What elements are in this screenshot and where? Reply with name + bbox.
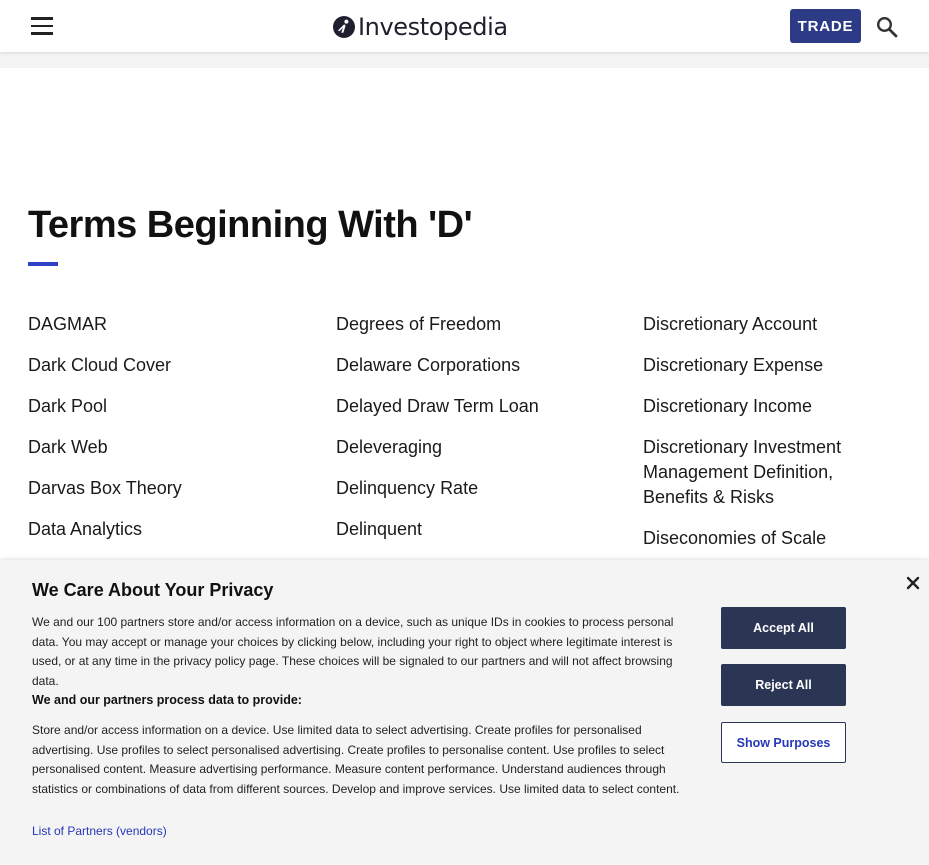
term-link[interactable]: Delayed Draw Term Loan — [336, 394, 611, 419]
reject-all-button[interactable]: Reject All — [721, 664, 846, 706]
hamburger-menu-icon[interactable] — [31, 16, 53, 36]
logo-text: Investopedia — [358, 13, 508, 41]
search-icon[interactable] — [875, 15, 899, 39]
term-link[interactable]: Diseconomies of Scale — [643, 526, 883, 551]
investopedia-logo-icon — [333, 16, 355, 38]
term-link[interactable]: Dark Web — [28, 435, 303, 460]
term-link[interactable]: Degrees of Freedom — [336, 312, 611, 337]
term-link[interactable]: Data Analytics — [28, 517, 303, 542]
ad-banner-space — [0, 52, 929, 68]
privacy-title: We Care About Your Privacy — [32, 580, 274, 600]
term-link[interactable]: Dark Cloud Cover — [28, 353, 303, 378]
term-link[interactable]: Delinquent — [336, 517, 611, 542]
term-link[interactable]: Discretionary Investment Management Defi… — [643, 435, 883, 510]
terms-column-1: DAGMAR Dark Cloud Cover Dark Pool Dark W… — [28, 312, 303, 558]
trade-button[interactable]: TRADE — [790, 9, 861, 43]
site-logo[interactable]: Investopedia — [333, 11, 508, 43]
term-link[interactable]: Discretionary Account — [643, 312, 883, 337]
term-link[interactable]: Delinquency Rate — [336, 476, 611, 501]
privacy-purposes-text: Store and/or access information on a dev… — [32, 723, 680, 796]
terms-column-3: Discretionary Account Discretionary Expe… — [643, 312, 883, 567]
terms-column-2: Degrees of Freedom Delaware Corporations… — [336, 312, 611, 558]
accept-all-button[interactable]: Accept All — [721, 607, 846, 649]
privacy-consent-panel: We Care About Your Privacy We and our 10… — [0, 560, 929, 865]
term-link[interactable]: Discretionary Expense — [643, 353, 883, 378]
term-link[interactable]: Darvas Box Theory — [28, 476, 303, 501]
partners-list-link[interactable]: List of Partners (vendors) — [32, 824, 167, 838]
title-underline — [28, 262, 58, 266]
term-link[interactable]: Delaware Corporations — [336, 353, 611, 378]
privacy-subheading: We and our partners process data to prov… — [32, 693, 302, 707]
term-link[interactable]: DAGMAR — [28, 312, 303, 337]
term-link[interactable]: Deleveraging — [336, 435, 611, 460]
term-link[interactable]: Discretionary Income — [643, 394, 883, 419]
page-title: Terms Beginning With 'D' — [28, 204, 473, 246]
term-link[interactable]: Dark Pool — [28, 394, 303, 419]
privacy-body-text: We and our 100 partners store and/or acc… — [32, 615, 674, 688]
show-purposes-button[interactable]: Show Purposes — [721, 722, 846, 763]
close-icon[interactable] — [905, 575, 921, 591]
site-header: Investopedia TRADE — [0, 0, 929, 52]
